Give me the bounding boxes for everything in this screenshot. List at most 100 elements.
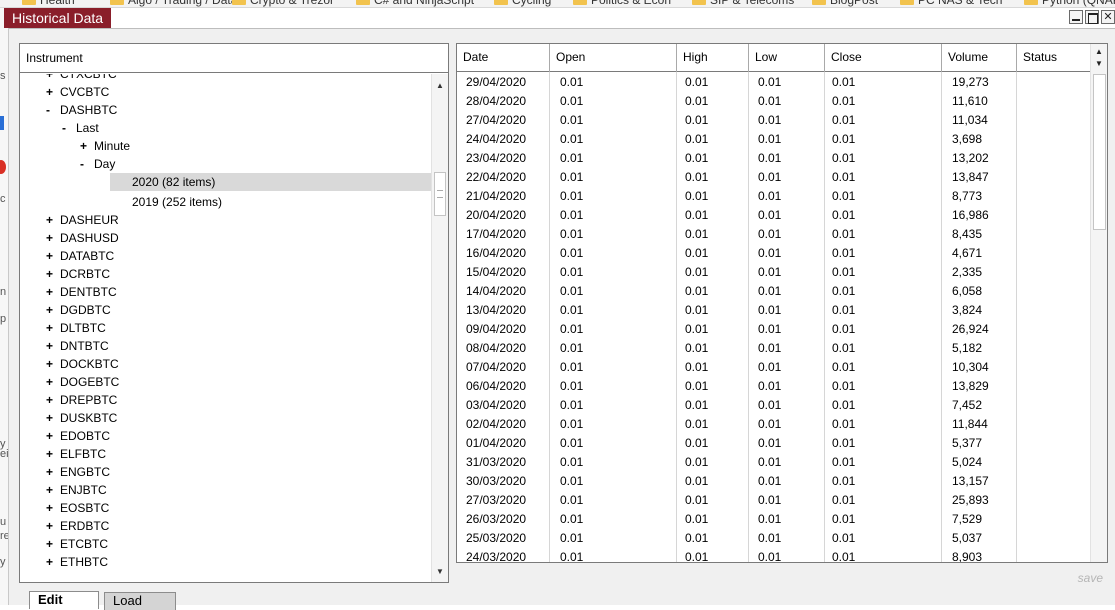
- tree-node[interactable]: + DLTBTC: [46, 319, 106, 337]
- table-row[interactable]: 15/04/2020 0.01 0.01 0.01 0.01 2,335: [457, 263, 1091, 282]
- expand-icon[interactable]: +: [46, 391, 60, 409]
- column-header-high[interactable]: High: [677, 44, 749, 72]
- table-row[interactable]: 26/03/2020 0.01 0.01 0.01 0.01 7,529: [457, 510, 1091, 529]
- expand-icon[interactable]: +: [46, 337, 60, 355]
- tree-node[interactable]: + DOGEBTC: [46, 373, 119, 391]
- column-header-open[interactable]: Open: [550, 44, 677, 72]
- tree-node[interactable]: + ENGBTC: [46, 463, 110, 481]
- tree-node[interactable]: + Minute: [80, 137, 130, 155]
- tree-node[interactable]: + ENJBTC: [46, 481, 107, 499]
- tree-node[interactable]: + DREPBTC: [46, 391, 117, 409]
- bookmark-folder[interactable]: PC NAS & Tech: [900, 0, 1002, 7]
- bookmark-folder[interactable]: Algo / Trading / Data: [110, 0, 237, 7]
- grid-scrollbar[interactable]: ▲ ▼: [1090, 44, 1107, 562]
- grid-scroll-down-icon[interactable]: ▼: [1091, 58, 1107, 70]
- collapse-icon[interactable]: -: [62, 119, 76, 137]
- expand-icon[interactable]: +: [46, 283, 60, 301]
- expand-icon[interactable]: +: [46, 265, 60, 283]
- tree-node[interactable]: + ETHBTC: [46, 553, 108, 571]
- expand-icon[interactable]: +: [46, 499, 60, 517]
- bookmark-folder[interactable]: Python (QNAP: [1024, 0, 1115, 7]
- bookmark-folder[interactable]: Health: [22, 0, 75, 7]
- tree-node[interactable]: 2020 (82 items): [110, 173, 431, 191]
- save-link[interactable]: save: [1078, 571, 1103, 585]
- table-row[interactable]: 29/04/2020 0.01 0.01 0.01 0.01 19,273: [457, 73, 1091, 92]
- table-row[interactable]: 27/03/2020 0.01 0.01 0.01 0.01 25,893: [457, 491, 1091, 510]
- expand-icon[interactable]: +: [46, 74, 60, 83]
- expand-icon[interactable]: +: [46, 463, 60, 481]
- table-row[interactable]: 23/04/2020 0.01 0.01 0.01 0.01 13,202: [457, 149, 1091, 168]
- table-row[interactable]: 13/04/2020 0.01 0.01 0.01 0.01 3,824: [457, 301, 1091, 320]
- expand-icon[interactable]: +: [46, 535, 60, 553]
- tree-header[interactable]: Instrument: [20, 44, 448, 73]
- table-row[interactable]: 22/04/2020 0.01 0.01 0.01 0.01 13,847: [457, 168, 1091, 187]
- bookmark-folder[interactable]: Politics & Econ: [573, 0, 671, 7]
- table-row[interactable]: 30/03/2020 0.01 0.01 0.01 0.01 13,157: [457, 472, 1091, 491]
- tree-node[interactable]: + DATABTC: [46, 247, 114, 265]
- scroll-down-icon[interactable]: ▼: [432, 564, 448, 580]
- tree-node[interactable]: + DASHUSD: [46, 229, 119, 247]
- tree-node[interactable]: + DASHEUR: [46, 211, 119, 229]
- bookmark-folder[interactable]: BlogPost: [812, 0, 878, 7]
- expand-icon[interactable]: +: [46, 517, 60, 535]
- expand-icon[interactable]: +: [80, 137, 94, 155]
- expand-icon[interactable]: +: [46, 553, 60, 571]
- maximize-button[interactable]: [1085, 10, 1099, 24]
- table-row[interactable]: 27/04/2020 0.01 0.01 0.01 0.01 11,034: [457, 111, 1091, 130]
- table-row[interactable]: 20/04/2020 0.01 0.01 0.01 0.01 16,986: [457, 206, 1091, 225]
- expand-icon[interactable]: +: [46, 83, 60, 101]
- table-row[interactable]: 01/04/2020 0.01 0.01 0.01 0.01 5,377: [457, 434, 1091, 453]
- expand-icon[interactable]: +: [46, 427, 60, 445]
- column-header-date[interactable]: Date: [457, 44, 550, 72]
- table-row[interactable]: 24/04/2020 0.01 0.01 0.01 0.01 3,698: [457, 130, 1091, 149]
- table-row[interactable]: 25/03/2020 0.01 0.01 0.01 0.01 5,037: [457, 529, 1091, 548]
- tree-node[interactable]: - DASHBTC: [46, 101, 117, 119]
- tree-node[interactable]: + DCRBTC: [46, 265, 110, 283]
- expand-icon[interactable]: +: [46, 409, 60, 427]
- tab-load[interactable]: Load: [104, 592, 176, 610]
- grid-scroll-up-icon[interactable]: ▲: [1091, 46, 1107, 58]
- table-row[interactable]: 08/04/2020 0.01 0.01 0.01 0.01 5,182: [457, 339, 1091, 358]
- tree-scrollbar[interactable]: ▲ ▼: [431, 74, 448, 582]
- expand-icon[interactable]: +: [46, 247, 60, 265]
- table-row[interactable]: 14/04/2020 0.01 0.01 0.01 0.01 6,058: [457, 282, 1091, 301]
- table-row[interactable]: 03/04/2020 0.01 0.01 0.01 0.01 7,452: [457, 396, 1091, 415]
- table-row[interactable]: 06/04/2020 0.01 0.01 0.01 0.01 13,829: [457, 377, 1091, 396]
- collapse-icon[interactable]: -: [80, 155, 94, 173]
- table-row[interactable]: 02/04/2020 0.01 0.01 0.01 0.01 11,844: [457, 415, 1091, 434]
- tree-node[interactable]: + ELFBTC: [46, 445, 106, 463]
- tree-node[interactable]: + DNTBTC: [46, 337, 109, 355]
- table-row[interactable]: 17/04/2020 0.01 0.01 0.01 0.01 8,435: [457, 225, 1091, 244]
- bookmark-folder[interactable]: Cycling: [494, 0, 551, 7]
- tab-edit[interactable]: Edit: [29, 591, 99, 609]
- tree-node[interactable]: 2019 (252 items): [132, 193, 222, 211]
- tree-node[interactable]: + ERDBTC: [46, 517, 109, 535]
- table-row[interactable]: 28/04/2020 0.01 0.01 0.01 0.01 11,610: [457, 92, 1091, 111]
- table-row[interactable]: 24/03/2020 0.01 0.01 0.01 0.01 8,903: [457, 548, 1091, 562]
- column-header-volume[interactable]: Volume: [942, 44, 1017, 72]
- tree-node[interactable]: - Day: [80, 155, 115, 173]
- tree-node[interactable]: + EOSBTC: [46, 499, 109, 517]
- expand-icon[interactable]: +: [46, 355, 60, 373]
- close-button[interactable]: ✕: [1101, 10, 1115, 24]
- table-row[interactable]: 31/03/2020 0.01 0.01 0.01 0.01 5,024: [457, 453, 1091, 472]
- bookmark-folder[interactable]: Crypto & Trezor: [232, 0, 334, 7]
- tree-scroll-thumb[interactable]: [434, 172, 446, 216]
- column-header-close[interactable]: Close: [825, 44, 942, 72]
- tree-node[interactable]: + DOCKBTC: [46, 355, 119, 373]
- table-row[interactable]: 16/04/2020 0.01 0.01 0.01 0.01 4,671: [457, 244, 1091, 263]
- table-row[interactable]: 07/04/2020 0.01 0.01 0.01 0.01 10,304: [457, 358, 1091, 377]
- tree-node[interactable]: + CTXCBTC: [46, 74, 117, 83]
- expand-icon[interactable]: +: [46, 373, 60, 391]
- expand-icon[interactable]: +: [46, 481, 60, 499]
- column-header-status[interactable]: Status: [1017, 44, 1091, 72]
- bookmark-folder[interactable]: C# and NinjaScript: [356, 0, 474, 7]
- table-row[interactable]: 09/04/2020 0.01 0.01 0.01 0.01 26,924: [457, 320, 1091, 339]
- scroll-up-icon[interactable]: ▲: [432, 78, 448, 94]
- tree-node[interactable]: + DUSKBTC: [46, 409, 117, 427]
- collapse-icon[interactable]: -: [46, 101, 60, 119]
- expand-icon[interactable]: +: [46, 301, 60, 319]
- tree-node[interactable]: + DENTBTC: [46, 283, 117, 301]
- expand-icon[interactable]: +: [46, 319, 60, 337]
- tree-node[interactable]: + ETCBTC: [46, 535, 108, 553]
